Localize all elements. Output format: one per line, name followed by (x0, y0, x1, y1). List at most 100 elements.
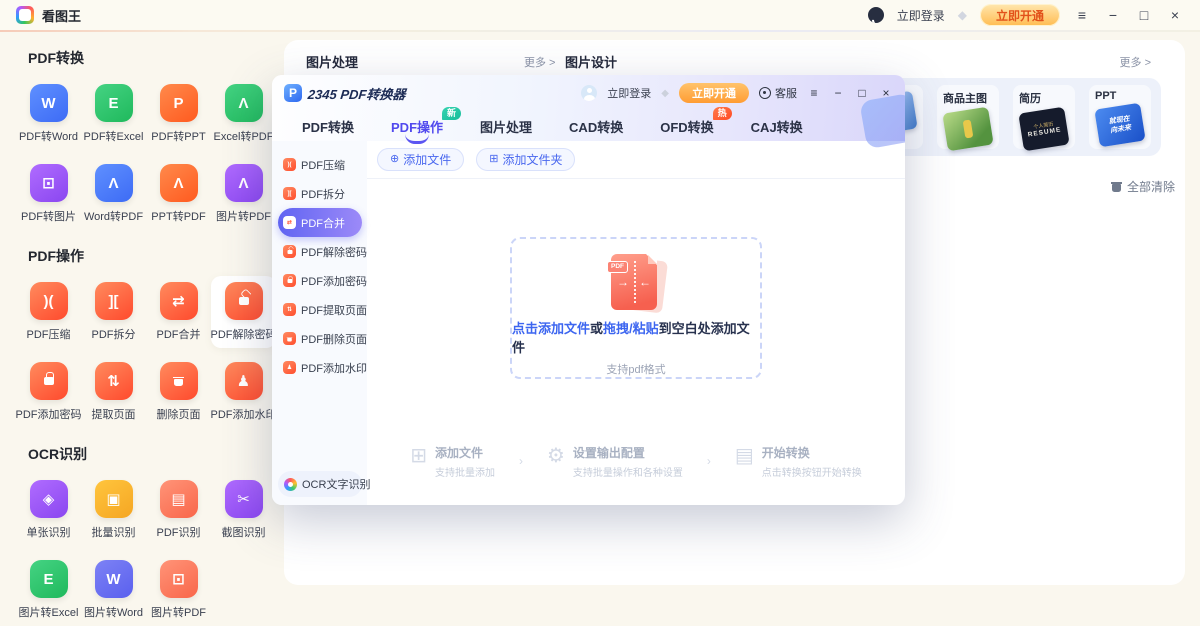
dialog-tab-bar: PDF转换 PDF操作新 图片处理 CAD转换 OFD转换热 CAJ转换 (272, 111, 905, 141)
close-button[interactable]: × (879, 87, 893, 99)
dialog-toolbar: ⊕ 添加文件 ⊞ 添加文件夹 (367, 141, 905, 179)
tool-screenshot-ocr[interactable]: ✂ 截图识别 (211, 474, 276, 546)
pdf-document-icon: PDF → ← (611, 254, 657, 310)
upgrade-button[interactable]: 立即开通 (980, 4, 1060, 26)
close-button[interactable]: × (1166, 8, 1184, 22)
minimize-button[interactable]: − (831, 87, 845, 99)
pdf-converter-dialog: P 2345 PDF转换器 立即登录 ◆ 立即开通 客服 ≡ − □ × PDF… (272, 75, 905, 505)
tab-pdf-convert[interactable]: PDF转换 (302, 117, 354, 136)
maximize-button[interactable]: □ (855, 87, 869, 99)
pdf-remove-password-icon (225, 282, 263, 320)
ppt-thumbnail: 就现在 向未来 (1094, 103, 1145, 148)
sidebar-item-pdf-compress[interactable]: )( PDF压缩 (278, 150, 362, 179)
file-dropzone[interactable]: PDF → ← 点击添加文件或拖拽/粘贴到空白处添加文件 支持pdf格式 (510, 237, 762, 379)
avatar-icon[interactable] (581, 85, 597, 101)
more-link-image-design[interactable]: 更多 > (1120, 54, 1151, 70)
more-link-image-processing[interactable]: 更多 > (524, 54, 555, 70)
tool-image-to-pdf[interactable]: Λ 图片转PDF (211, 158, 276, 230)
support-button[interactable]: 客服 (759, 85, 797, 101)
folder-plus-icon: ⊞ (489, 154, 498, 165)
upgrade-button[interactable]: 立即开通 (679, 83, 749, 103)
section-title-pdf-convert: PDF转换 (16, 48, 284, 68)
sidebar-item-pdf-split[interactable]: ][ PDF拆分 (278, 179, 362, 208)
tool-pdf-to-excel[interactable]: E PDF转Excel (81, 78, 146, 150)
tool-extract-pages[interactable]: ⇅ 提取页面 (81, 356, 146, 428)
image-to-word-icon: W (95, 560, 133, 598)
tool-pdf-to-ppt[interactable]: P PDF转PPT (146, 78, 211, 150)
tool-pdf-to-word[interactable]: W PDF转Word (16, 78, 81, 150)
gem-icon[interactable]: ◆ (661, 88, 669, 99)
section-title-pdf-ops: PDF操作 (16, 246, 284, 266)
tool-pdf-compress[interactable]: )( PDF压缩 (16, 276, 81, 348)
arrow-left-icon: ← (639, 275, 651, 289)
tool-pdf-to-image[interactable]: ⊡ PDF转图片 (16, 158, 81, 230)
sidebar-item-pdf-remove-password[interactable]: PDF解除密码 (278, 237, 362, 266)
step-start-convert: ▤ 开始转换 点击转换按钮开始转换 (735, 444, 862, 479)
dialog-header-area: P 2345 PDF转换器 立即登录 ◆ 立即开通 客服 ≡ − □ × PDF… (272, 75, 905, 141)
tool-single-ocr[interactable]: ◈ 单张识别 (16, 474, 81, 546)
tab-image-processing[interactable]: 图片处理 (480, 117, 532, 136)
left-tool-panel: PDF转换 W PDF转Word E PDF转Excel P PDF转PPT Λ… (0, 32, 284, 600)
pdf-to-excel-icon: E (95, 84, 133, 122)
tool-pdf-add-password[interactable]: PDF添加密码 (16, 356, 81, 428)
tool-image-to-word[interactable]: W 图片转Word (81, 554, 146, 626)
sidebar-item-pdf-add-watermark[interactable]: ♟ PDF添加水印 (278, 353, 362, 382)
add-file-button[interactable]: ⊕ 添加文件 (377, 148, 464, 171)
design-card-resume[interactable]: 简历 个人简历 RESUME (1013, 85, 1075, 149)
pdf-merge-illustration: PDF → ← (605, 254, 667, 306)
tab-pdf-ops[interactable]: PDF操作新 (391, 117, 443, 136)
batch-ocr-icon: ▣ (95, 480, 133, 518)
ocr-icon (284, 478, 297, 491)
pdf-to-ppt-icon: P (160, 84, 198, 122)
pdf-add-password-icon (30, 362, 68, 400)
tool-image-to-excel[interactable]: E 图片转Excel (16, 554, 81, 626)
tool-ppt-to-pdf[interactable]: Λ PPT转PDF (146, 158, 211, 230)
avatar-icon[interactable] (868, 7, 884, 23)
menu-icon[interactable]: ≡ (1073, 8, 1091, 22)
unlock-icon (283, 245, 296, 258)
tab-cad-convert[interactable]: CAD转换 (569, 117, 623, 136)
tool-pdf-merge[interactable]: ⇄ PDF合并 (146, 276, 211, 348)
dialog-content: ⊕ 添加文件 ⊞ 添加文件夹 PDF → ← (367, 141, 905, 505)
dialog-logo-icon: P (284, 84, 302, 102)
word-to-pdf-icon: Λ (95, 164, 133, 202)
tab-caj-convert[interactable]: CAJ转换 (751, 117, 803, 136)
new-badge: 新 (442, 107, 461, 121)
login-link[interactable]: 立即登录 (607, 85, 651, 101)
image-to-pdf-icon: Λ (225, 164, 263, 202)
design-card-product[interactable]: 商品主图 (937, 85, 999, 149)
sidebar-item-ocr-text[interactable]: OCR文字识别 (278, 471, 362, 497)
gem-icon[interactable]: ◆ (958, 8, 967, 22)
sidebar-item-pdf-extract-pages[interactable]: ⇅ PDF提取页面 (278, 295, 362, 324)
tool-excel-to-pdf[interactable]: Λ Excel转PDF (211, 78, 276, 150)
document-icon: ▤ (735, 446, 754, 479)
section-title-ocr: OCR识别 (16, 444, 284, 464)
minimize-button[interactable]: − (1104, 8, 1122, 22)
sidebar-item-pdf-delete-pages[interactable]: PDF删除页面 (278, 324, 362, 353)
tool-pdf-remove-password[interactable]: PDF解除密码 (211, 276, 276, 348)
app-titlebar: 看图王 立即登录 ◆ 立即开通 ≡ − □ × (0, 0, 1200, 30)
compress-icon: )( (283, 158, 296, 171)
product-thumbnail (942, 107, 993, 152)
tool-image-to-pdf-ocr[interactable]: ⊡ 图片转PDF (146, 554, 211, 626)
login-link[interactable]: 立即登录 (897, 7, 945, 24)
menu-icon[interactable]: ≡ (807, 87, 821, 99)
tool-pdf-add-watermark[interactable]: ♟ PDF添加水印 (211, 356, 276, 428)
delete-pages-icon (160, 362, 198, 400)
sidebar-item-pdf-add-password[interactable]: PDF添加密码 (278, 266, 362, 295)
step-add-file: ⊞ 添加文件 支持批量添加 (410, 444, 495, 479)
tool-pdf-ocr[interactable]: ▤ PDF识别 (146, 474, 211, 546)
tool-batch-ocr[interactable]: ▣ 批量识别 (81, 474, 146, 546)
header-image-design: 图片设计 (565, 52, 617, 71)
sidebar-item-pdf-merge[interactable]: ⇄ PDF合并 (278, 208, 362, 237)
clear-all-button[interactable]: 全部清除 (1112, 178, 1175, 195)
tab-ofd-convert[interactable]: OFD转换热 (660, 117, 713, 136)
tool-word-to-pdf[interactable]: Λ Word转PDF (81, 158, 146, 230)
maximize-button[interactable]: □ (1135, 8, 1153, 22)
tool-pdf-split[interactable]: ][ PDF拆分 (81, 276, 146, 348)
add-folder-button[interactable]: ⊞ 添加文件夹 (476, 148, 575, 171)
tool-delete-pages[interactable]: 删除页面 (146, 356, 211, 428)
trash-icon (1112, 182, 1121, 192)
design-card-ppt[interactable]: PPT 就现在 向未来 (1089, 85, 1151, 149)
plus-circle-icon: ⊕ (390, 154, 399, 165)
